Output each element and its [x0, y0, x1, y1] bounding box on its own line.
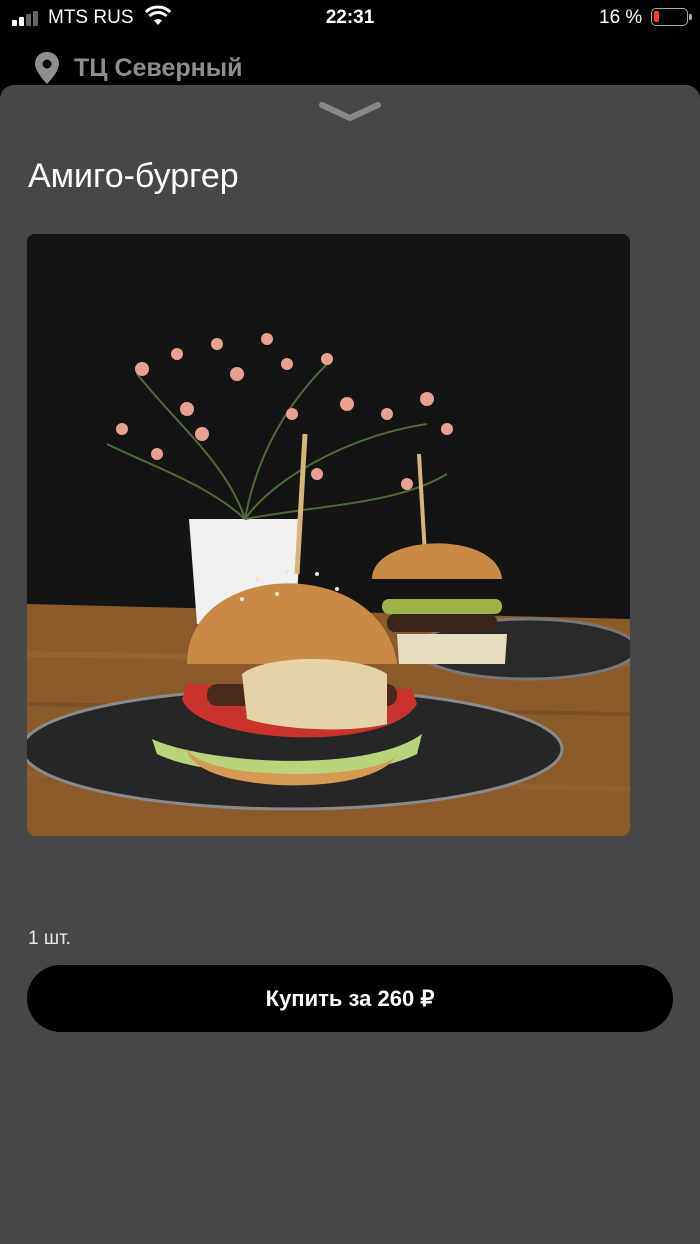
status-bar: MTS RUS 22:31 16 % [0, 0, 700, 36]
product-photo [27, 234, 630, 836]
buy-button[interactable]: Купить за 260 ₽ [27, 965, 673, 1032]
battery-percent: 16 % [599, 7, 643, 28]
location-header[interactable]: ТЦ Северный [34, 52, 242, 84]
chevron-down-icon[interactable] [318, 99, 382, 125]
clock: 22:31 [325, 7, 375, 28]
location-pin-icon [35, 52, 59, 84]
location-name: ТЦ Северный [74, 53, 243, 82]
product-title: Амиго-бургер [28, 157, 239, 195]
battery-level [654, 11, 659, 22]
quantity-label: 1 шт. [28, 928, 71, 949]
buy-button-label: Купить за 260 ₽ [265, 985, 435, 1011]
product-sheet: Амиго-бургер 1 шт. Купить за 260 ₽ [0, 85, 700, 1244]
battery-icon [651, 8, 692, 26]
